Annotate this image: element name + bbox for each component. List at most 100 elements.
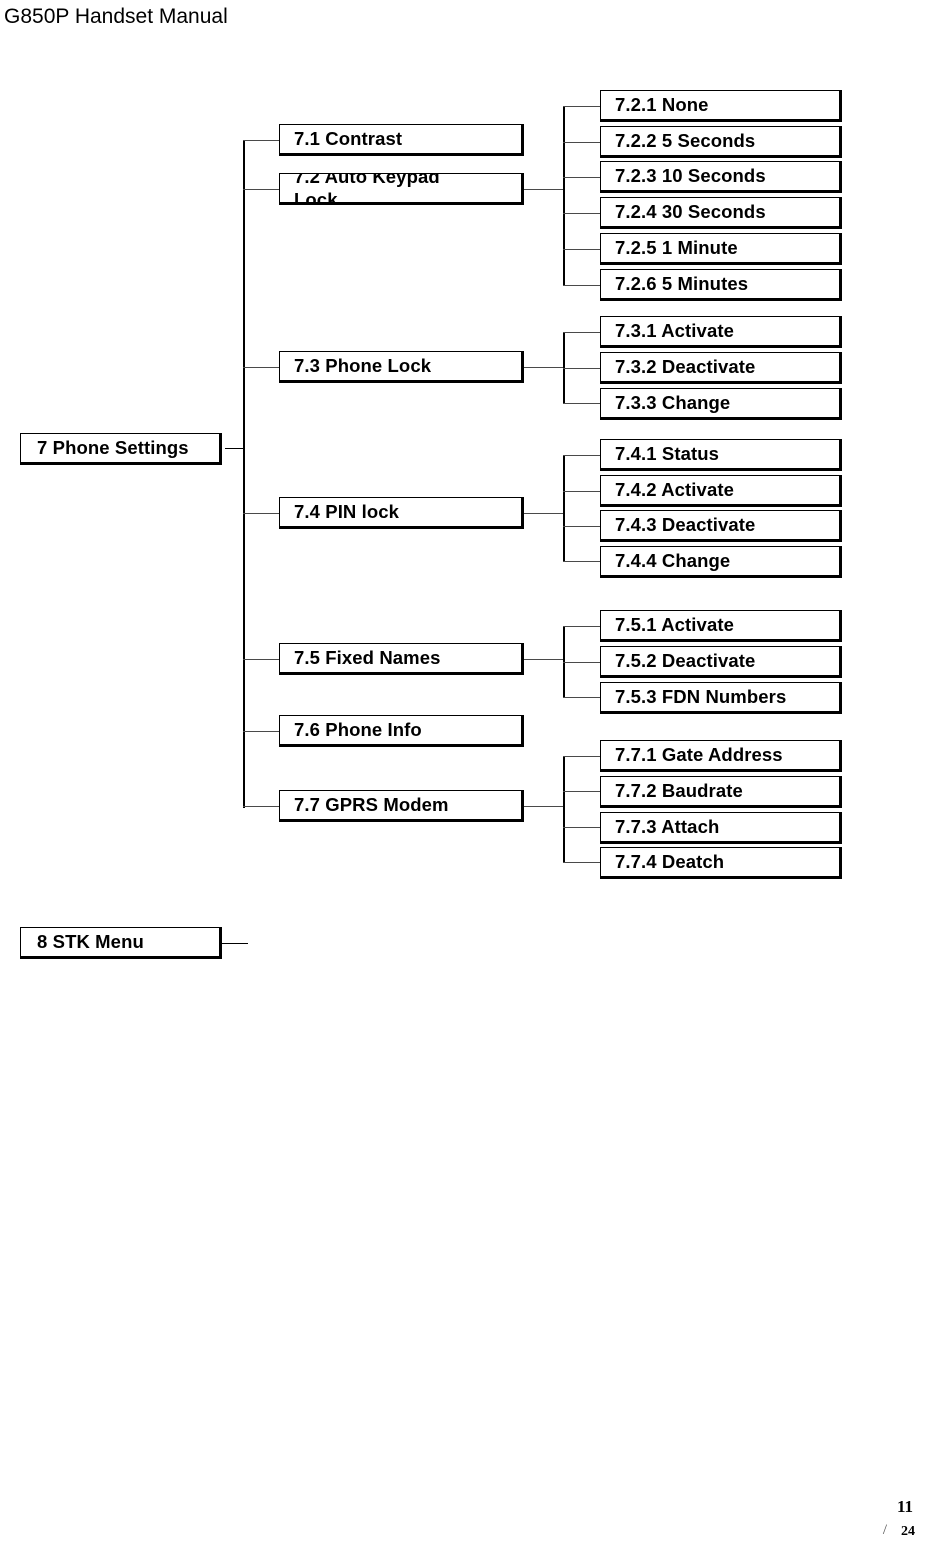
branch-connector-7-4-2: [563, 491, 601, 493]
node-label: 7.1 Contrast: [294, 128, 403, 149]
branch-connector-7-5-3: [563, 697, 601, 699]
node-label: 8 STK Menu: [37, 931, 144, 952]
node-7-4-2-activate[interactable]: 7.4.2 Activate: [600, 475, 842, 507]
node-label: 7.6 Phone Info: [294, 719, 422, 740]
node-label: 7.3.2 Deactivate: [615, 356, 756, 377]
node-label: 7.7.1 Gate Address: [615, 744, 783, 765]
spine-7-7: [563, 756, 566, 862]
branch-connector-7-4-3: [563, 526, 601, 528]
node-7-4-4-change[interactable]: 7.4.4 Change: [600, 546, 842, 578]
branch-connector-7-4-1: [563, 455, 601, 457]
node-7-7-3-attach[interactable]: 7.7.3 Attach: [600, 812, 842, 844]
link-7-3-to-spine: [524, 367, 564, 369]
branch-connector-7-7-4: [563, 862, 601, 864]
node-7-2-5-1-minute[interactable]: 7.2.5 1 Minute: [600, 233, 842, 265]
node-label: 7.5.3 FDN Numbers: [615, 686, 787, 707]
spine-7-2: [563, 106, 566, 286]
node-label: 7.2.4 30 Seconds: [615, 201, 766, 222]
node-label: 7.5 Fixed Names: [294, 647, 441, 668]
branch-connector-7-7-2: [563, 791, 601, 793]
node-7-7-gprs-modem[interactable]: 7.7 GPRS Modem: [279, 790, 524, 822]
node-7-2-2-5-seconds[interactable]: 7.2.2 5 Seconds: [600, 126, 842, 158]
branch-connector-7-2-5: [563, 249, 601, 251]
node-7-3-phone-lock[interactable]: 7.3 Phone Lock: [279, 351, 524, 383]
node-7-3-1-activate[interactable]: 7.3.1 Activate: [600, 316, 842, 348]
node-7-phone-settings[interactable]: 7 Phone Settings: [20, 433, 222, 465]
node-label: 7.4.1 Status: [615, 443, 720, 464]
branch-connector-7-5-1: [563, 626, 601, 628]
node-label: 7.3.3 Change: [615, 392, 731, 413]
node-label: 7.4.4 Change: [615, 550, 731, 571]
node-7-3-2-deactivate[interactable]: 7.3.2 Deactivate: [600, 352, 842, 384]
branch-connector-7-3-2: [563, 368, 601, 370]
stub-connector-8: [222, 943, 248, 945]
spine-7-4: [563, 455, 566, 561]
node-label: 7.2 Auto Keypad Lock: [294, 173, 440, 205]
node-7-5-3-fdn-numbers[interactable]: 7.5.3 FDN Numbers: [600, 682, 842, 714]
node-label: 7.4.2 Activate: [615, 479, 734, 500]
document-page: G850P Handset Manual 7 Phone Settings 7.…: [0, 0, 925, 1567]
link-7-7-to-spine: [524, 806, 564, 808]
node-7-7-4-deatch[interactable]: 7.7.4 Deatch: [600, 847, 842, 879]
branch-connector-7-7-3: [563, 827, 601, 829]
node-label: 7.5.2 Deactivate: [615, 650, 756, 671]
node-label: 7.4.3 Deactivate: [615, 514, 756, 535]
node-7-5-1-activate[interactable]: 7.5.1 Activate: [600, 610, 842, 642]
node-7-2-1-none[interactable]: 7.2.1 None: [600, 90, 842, 122]
branch-connector-7-2-2: [563, 142, 601, 144]
branch-connector-7-2: [243, 189, 280, 191]
link-7-4-to-spine: [524, 513, 564, 515]
branch-connector-7-1: [243, 140, 280, 142]
footer-total-pages: 24: [901, 1524, 915, 1539]
node-7-3-3-change[interactable]: 7.3.3 Change: [600, 388, 842, 420]
root-vertical-connector: [243, 140, 245, 808]
branch-connector-7-2-6: [563, 285, 601, 287]
branch-connector-7-2-3: [563, 177, 601, 179]
node-label: 7.4 PIN lock: [294, 501, 400, 522]
link-7-2-to-spine: [524, 189, 564, 191]
branch-connector-7-3-3: [563, 403, 601, 405]
node-7-4-1-status[interactable]: 7.4.1 Status: [600, 439, 842, 471]
node-label: 7.7 GPRS Modem: [294, 794, 449, 815]
branch-connector-7-6: [243, 731, 280, 733]
branch-connector-7-5: [243, 659, 280, 661]
branch-connector-7-5-2: [563, 662, 601, 664]
node-label: 7.2.6 5 Minutes: [615, 273, 749, 294]
node-7-2-6-5-minutes[interactable]: 7.2.6 5 Minutes: [600, 269, 842, 301]
node-7-5-fixed-names[interactable]: 7.5 Fixed Names: [279, 643, 524, 675]
branch-connector-7-3-1: [563, 332, 601, 334]
node-7-7-2-baudrate[interactable]: 7.7.2 Baudrate: [600, 776, 842, 808]
node-7-1-contrast[interactable]: 7.1 Contrast: [279, 124, 524, 156]
node-7-2-auto-keypad-lock[interactable]: 7.2 Auto Keypad Lock: [279, 173, 524, 205]
node-7-2-3-10-seconds[interactable]: 7.2.3 10 Seconds: [600, 161, 842, 193]
node-label: 7.2.2 5 Seconds: [615, 130, 756, 151]
branch-connector-7-7-1: [563, 756, 601, 758]
node-8-stk-menu[interactable]: 8 STK Menu: [20, 927, 222, 959]
branch-connector-7-2-1: [563, 106, 601, 108]
node-label: 7.3 Phone Lock: [294, 355, 432, 376]
branch-connector-7-4-4: [563, 561, 601, 563]
node-label: 7.2.3 10 Seconds: [615, 165, 766, 186]
node-label: 7.7.3 Attach: [615, 816, 720, 837]
node-7-6-phone-info[interactable]: 7.6 Phone Info: [279, 715, 524, 747]
footer-separator: /: [882, 1522, 887, 1538]
node-label: 7.2.5 1 Minute: [615, 237, 738, 258]
link-7-5-to-spine: [524, 659, 564, 661]
node-label: 7.5.1 Activate: [615, 614, 734, 635]
node-label: 7.7.4 Deatch: [615, 851, 725, 872]
node-7-7-1-gate-address[interactable]: 7.7.1 Gate Address: [600, 740, 842, 772]
root-stub-connector: [225, 448, 244, 450]
node-label: 7.3.1 Activate: [615, 320, 734, 341]
document-header-title: G850P Handset Manual: [4, 5, 228, 28]
node-7-4-3-deactivate[interactable]: 7.4.3 Deactivate: [600, 510, 842, 542]
node-label: 7 Phone Settings: [37, 437, 189, 458]
node-7-4-pin-lock[interactable]: 7.4 PIN lock: [279, 497, 524, 529]
footer-page-number: 11: [896, 1497, 913, 1516]
branch-connector-7-3: [243, 367, 280, 369]
node-7-2-4-30-seconds[interactable]: 7.2.4 30 Seconds: [600, 197, 842, 229]
node-7-5-2-deactivate[interactable]: 7.5.2 Deactivate: [600, 646, 842, 678]
branch-connector-7-7: [243, 806, 280, 808]
branch-connector-7-4: [243, 513, 280, 515]
branch-connector-7-2-4: [563, 213, 601, 215]
node-label: 7.2.1 None: [615, 94, 709, 115]
